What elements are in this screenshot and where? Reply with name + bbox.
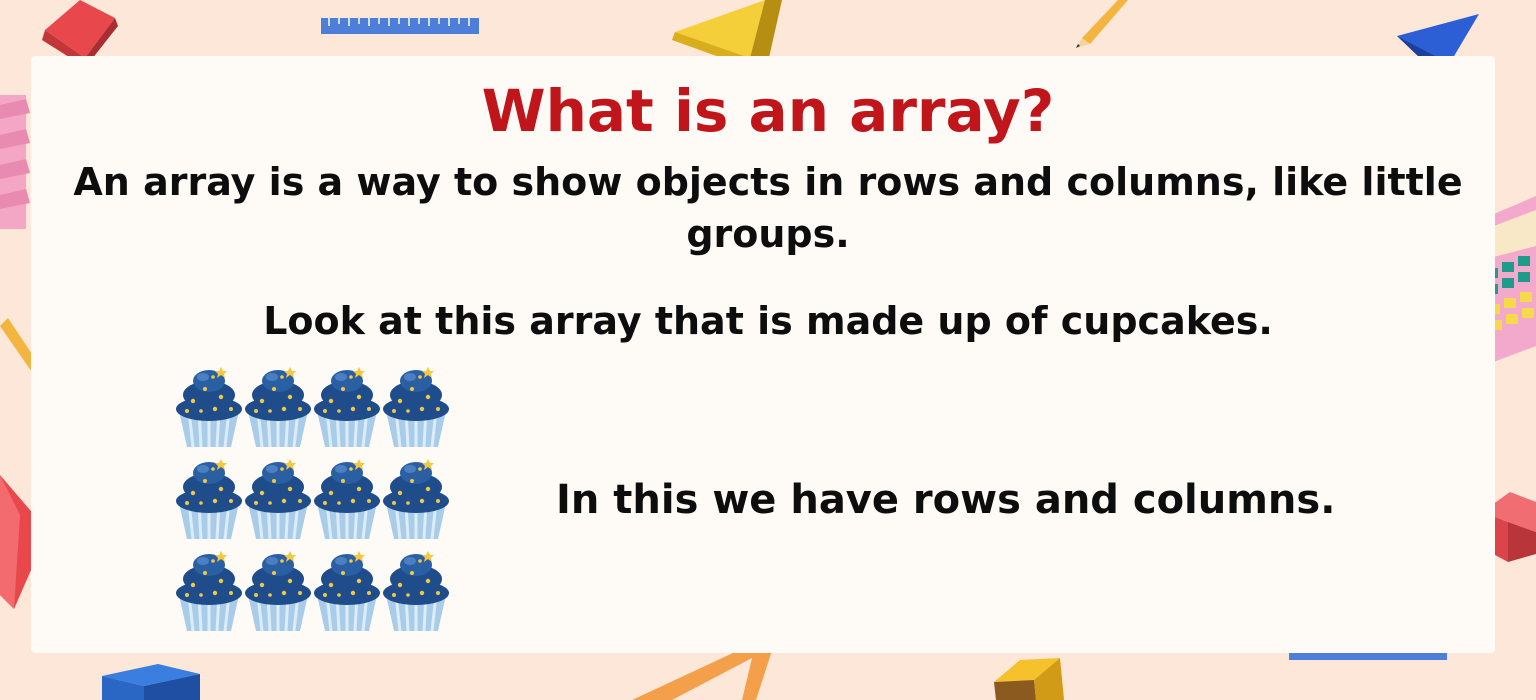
cupcake-icon bbox=[176, 551, 242, 631]
red-cube-icon bbox=[42, 0, 118, 64]
slide-title: What is an array? bbox=[481, 77, 1055, 145]
cupcake-icon bbox=[314, 367, 380, 447]
ruler-icon bbox=[321, 18, 479, 34]
blue-cube-icon bbox=[102, 664, 200, 700]
cupcake-icon bbox=[176, 459, 242, 539]
cupcake-icon bbox=[245, 367, 311, 447]
pencil-icon bbox=[1076, 0, 1128, 48]
look-text: Look at this array that is made up of cu… bbox=[263, 299, 1273, 343]
cupcake-icon bbox=[314, 551, 380, 631]
cupcake-icon bbox=[383, 367, 449, 447]
cupcake-icon bbox=[245, 551, 311, 631]
intro-text: An array is a way to show objects in row… bbox=[73, 160, 1463, 256]
yellow-cube-icon bbox=[994, 658, 1064, 700]
cupcake-icon bbox=[176, 367, 242, 447]
cupcake-icon bbox=[314, 459, 380, 539]
cupcake-array bbox=[175, 365, 455, 635]
cupcake-icon bbox=[245, 459, 311, 539]
rows-columns-text: In this we have rows and columns. bbox=[556, 477, 1336, 523]
cupcake-icon bbox=[383, 459, 449, 539]
cupcake-icon bbox=[383, 551, 449, 631]
